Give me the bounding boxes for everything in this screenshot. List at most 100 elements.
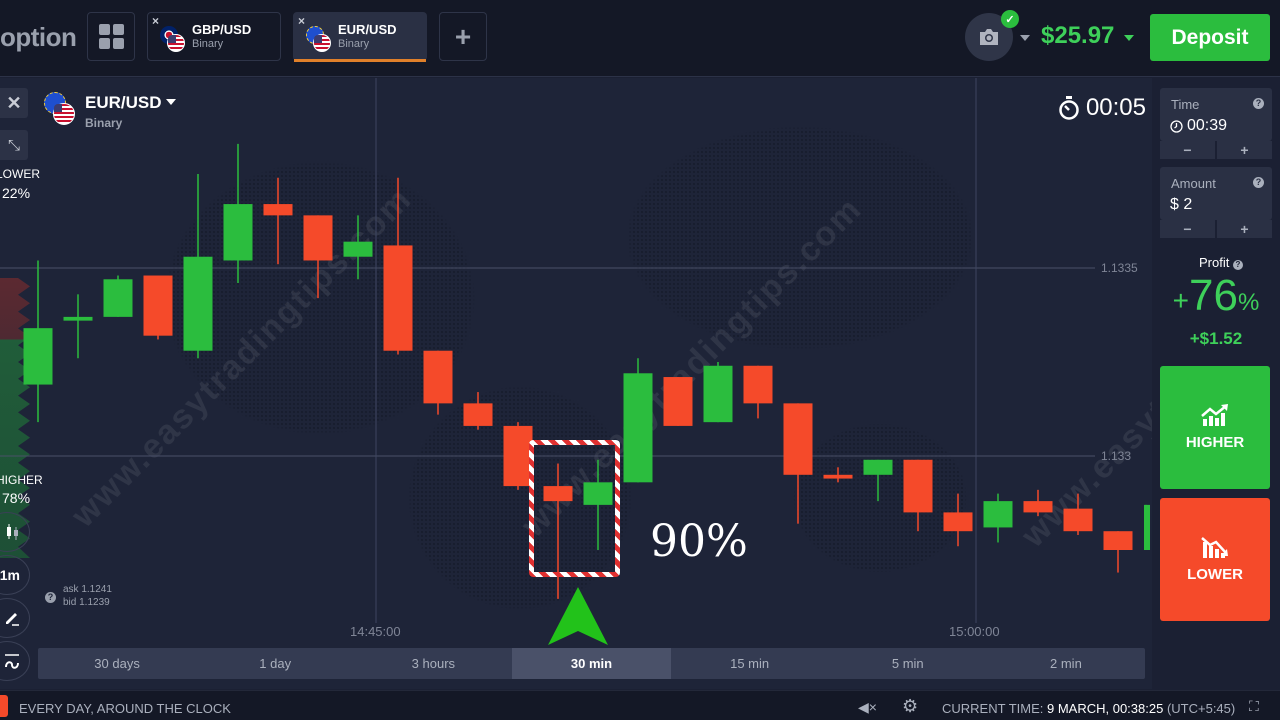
candle	[303, 215, 333, 299]
verified-icon: ✓	[1001, 10, 1019, 28]
timeframe-5-min[interactable]: 5 min	[829, 648, 987, 679]
chevron-down-icon[interactable]	[1124, 35, 1134, 41]
candle	[1103, 531, 1133, 573]
candle-body	[703, 365, 733, 423]
candle-body	[423, 350, 453, 404]
time-decrease-button[interactable]: −	[1160, 141, 1215, 159]
tab-kind: Binary	[338, 38, 370, 50]
higher-button[interactable]: HIGHER	[1160, 366, 1270, 489]
candle-body	[943, 512, 973, 532]
shrink-icon[interactable]: ⤡	[0, 130, 28, 160]
candle-body	[63, 316, 93, 321]
close-tab-icon[interactable]: ×	[298, 14, 305, 28]
timeframe-30-days[interactable]: 30 days	[38, 648, 196, 679]
candle-body	[623, 373, 653, 483]
account-balance[interactable]: $25.97	[1041, 22, 1114, 50]
amount-decrease-button[interactable]: −	[1160, 220, 1215, 238]
fullscreen-icon[interactable]: ⛶	[1249, 698, 1259, 715]
amount-stepper: − +	[1160, 220, 1272, 238]
mute-icon[interactable]: ◀×	[858, 699, 877, 716]
candle-body	[23, 328, 53, 385]
us-flag-icon	[53, 103, 75, 125]
gear-icon[interactable]: ⚙	[902, 696, 918, 717]
candle	[63, 294, 93, 359]
candle-body	[823, 474, 853, 479]
amount-value[interactable]: $ 2	[1170, 196, 1192, 214]
time-value: 00:39	[1170, 117, 1227, 135]
timeframe-1-day[interactable]: 1 day	[196, 648, 354, 679]
asset-tab-eur-usd[interactable]: × EUR/USD Binary	[293, 12, 427, 62]
lower-sentiment-pct: 22%	[2, 185, 31, 201]
deposit-button[interactable]: Deposit	[1150, 14, 1270, 61]
candle	[1144, 504, 1150, 550]
add-tab-button[interactable]: +	[439, 12, 487, 61]
grid-icon	[98, 24, 124, 49]
lower-sentiment-label: LOWER	[0, 167, 41, 181]
candle-body	[1063, 508, 1093, 532]
all-assets-button[interactable]	[87, 12, 135, 61]
candle-body	[783, 403, 813, 475]
countdown-value: 00:05	[1085, 94, 1146, 121]
candle	[1023, 489, 1053, 517]
time-stepper: − +	[1160, 141, 1272, 159]
help-icon[interactable]: ?	[1253, 98, 1264, 109]
candle-body	[343, 241, 373, 257]
highlight-box	[529, 440, 620, 577]
help-icon[interactable]: ?	[45, 592, 56, 603]
chart-asset-kind: Binary	[85, 116, 123, 130]
candle-body	[463, 403, 493, 426]
help-icon[interactable]: ?	[1232, 260, 1243, 270]
candle	[143, 275, 173, 340]
stopwatch-icon	[1059, 96, 1079, 120]
currency-flags	[306, 26, 336, 54]
amount-increase-button[interactable]: +	[1217, 220, 1272, 238]
candle-body	[663, 377, 693, 426]
candle-body	[1023, 501, 1053, 513]
candle	[863, 459, 893, 502]
profit-percent: +76%	[1172, 271, 1260, 320]
chevron-down-icon[interactable]	[1020, 35, 1030, 41]
time-field[interactable]: Time ? 00:39	[1160, 88, 1272, 141]
tagline: EVERY DAY, AROUND THE CLOCK	[19, 701, 231, 716]
close-chart-button[interactable]: ✕	[0, 88, 28, 118]
time-tick-label: 15:00:00	[949, 624, 1000, 639]
candle	[423, 350, 453, 415]
candle	[703, 362, 733, 423]
lower-button[interactable]: LOWER	[1160, 498, 1270, 621]
candle	[983, 493, 1013, 543]
candle	[383, 177, 413, 355]
candle	[343, 215, 373, 280]
timeframe-2-min[interactable]: 2 min	[987, 648, 1145, 679]
clock-icon	[1170, 119, 1183, 133]
tab-pair: EUR/USD	[338, 22, 397, 37]
price-tick-label: 1.1335	[1101, 261, 1138, 275]
time-tick-label: 14:45:00	[350, 624, 401, 639]
price-tick-label: 1.133	[1101, 449, 1132, 463]
timeframe-15-min[interactable]: 15 min	[671, 648, 829, 679]
amount-field[interactable]: Amount ? $ 2	[1160, 167, 1272, 220]
chart-area[interactable]: www.easytradingtips.com www.easytradingt…	[0, 78, 1152, 689]
candle	[23, 260, 53, 423]
close-tab-icon[interactable]: ×	[152, 14, 159, 28]
us-flag-icon	[313, 34, 331, 52]
candle-body	[183, 256, 213, 351]
candle-body	[863, 459, 893, 475]
camera-icon	[980, 29, 998, 45]
avatar[interactable]: ✓	[965, 10, 1019, 61]
lower-label: LOWER	[1187, 566, 1243, 583]
candle	[943, 493, 973, 547]
candle	[263, 177, 293, 265]
indicator-icon	[5, 654, 19, 669]
arrow-up-icon	[548, 587, 608, 645]
promo-marker	[0, 695, 8, 717]
asset-tab-gbp-usd[interactable]: × GBP/USD Binary	[147, 12, 281, 61]
candle	[103, 275, 133, 317]
time-increase-button[interactable]: +	[1217, 141, 1272, 159]
logo[interactable]: option	[0, 22, 77, 53]
timeframe-30-min[interactable]: 30 min	[512, 648, 671, 679]
higher-label: HIGHER	[1185, 434, 1245, 451]
candle-body	[223, 204, 253, 261]
candle-body	[303, 215, 333, 261]
help-icon[interactable]: ?	[1253, 177, 1264, 188]
timeframe-3-hours[interactable]: 3 hours	[354, 648, 512, 679]
